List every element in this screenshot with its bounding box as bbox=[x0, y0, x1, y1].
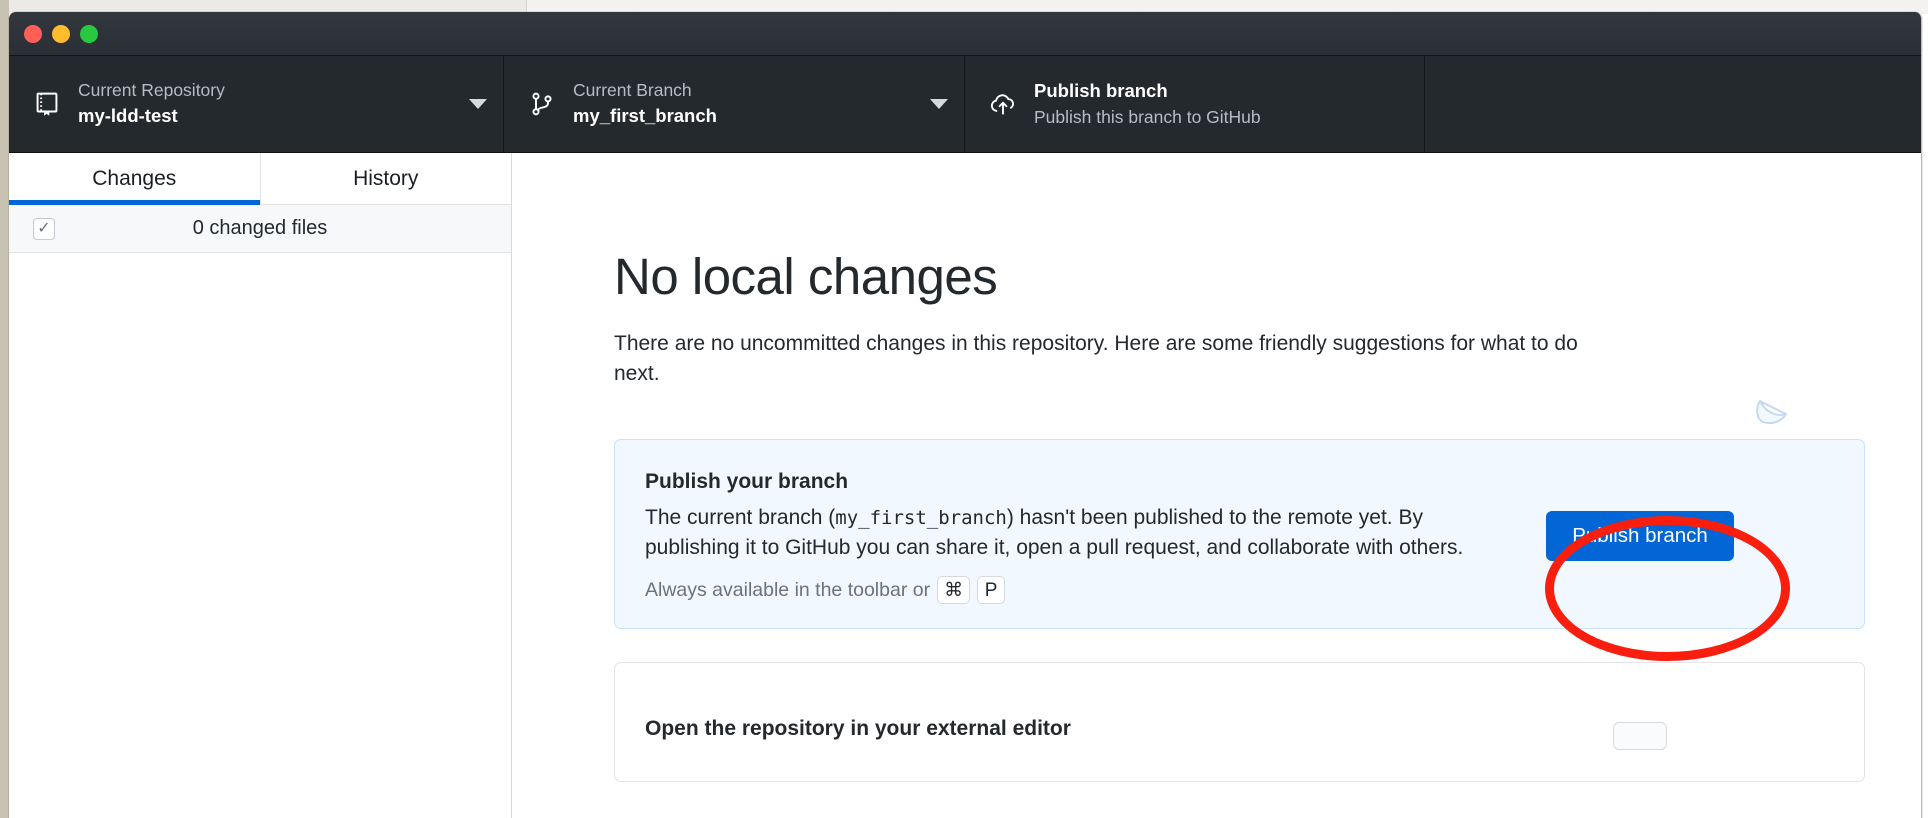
close-window-button[interactable] bbox=[24, 25, 42, 43]
select-all-files-checkbox[interactable]: ✓ bbox=[33, 217, 55, 240]
publish-branch-card-body: The current branch (my_first_branch) has… bbox=[645, 503, 1485, 563]
titlebar bbox=[9, 12, 1921, 56]
repo-book-icon bbox=[30, 90, 64, 118]
open-external-editor-button[interactable] bbox=[1613, 722, 1667, 751]
main-content: No local changes There are no uncommitte… bbox=[512, 153, 1921, 818]
app-toolbar: Current Repository my-ldd-test Current B… bbox=[9, 56, 1921, 153]
sidebar: Changes History ✓ 0 changed files bbox=[9, 153, 512, 818]
open-external-editor-card-title: Open the repository in your external edi… bbox=[645, 717, 1071, 741]
current-repository-dropdown[interactable]: Current Repository my-ldd-test bbox=[9, 56, 504, 152]
minimize-window-button[interactable] bbox=[52, 25, 70, 43]
changed-files-header: ✓ 0 changed files bbox=[9, 205, 511, 253]
tab-history-label: History bbox=[353, 166, 419, 190]
current-branch-dropdown[interactable]: Current Branch my_first_branch bbox=[504, 56, 965, 152]
current-repository-text: Current Repository my-ldd-test bbox=[78, 78, 459, 130]
traffic-light-group bbox=[24, 25, 98, 43]
open-external-editor-card-text: Open the repository in your external edi… bbox=[645, 715, 1515, 743]
tab-changes[interactable]: Changes bbox=[9, 153, 260, 205]
keycap-p: P bbox=[977, 576, 1006, 605]
tab-changes-label: Changes bbox=[92, 166, 177, 190]
current-branch-text: Current Branch my_first_branch bbox=[573, 78, 920, 130]
changed-files-count: 0 changed files bbox=[192, 217, 328, 239]
shortcut-hint-text: Always available in the toolbar or bbox=[645, 578, 931, 601]
chevron-down-icon[interactable] bbox=[930, 99, 948, 109]
current-repository-label: Current Repository bbox=[78, 79, 225, 100]
current-branch-label: Current Branch bbox=[573, 79, 692, 100]
cloud-upload-icon bbox=[986, 91, 1020, 117]
git-branch-icon bbox=[525, 90, 559, 118]
publish-branch-card-title: Publish your branch bbox=[645, 469, 849, 493]
toolbar-filler bbox=[1425, 56, 1921, 152]
publish-branch-toolbar-button[interactable]: Publish branch Publish this branch to Gi… bbox=[965, 56, 1425, 152]
desktop-edge-strip bbox=[0, 0, 9, 818]
publish-branch-title: Publish branch bbox=[1034, 79, 1168, 101]
zoom-window-button[interactable] bbox=[80, 25, 98, 43]
tab-history[interactable]: History bbox=[259, 153, 511, 204]
publish-branch-card-text: Publish your branch The current branch (… bbox=[645, 468, 1515, 605]
publish-branch-button[interactable]: Publish branch bbox=[1546, 511, 1734, 561]
sidebar-tabs: Changes History bbox=[9, 153, 511, 205]
publish-branch-toolbar-text: Publish branch Publish this branch to Gi… bbox=[1034, 78, 1408, 130]
current-branch-value: my_first_branch bbox=[573, 105, 717, 127]
app-body: Changes History ✓ 0 changed files No loc… bbox=[9, 153, 1921, 818]
publish-branch-shortcut-hint: Always available in the toolbar or ⌘ P bbox=[645, 576, 1485, 605]
changed-file-list[interactable] bbox=[9, 253, 511, 818]
github-desktop-window: Current Repository my-ldd-test Current B… bbox=[9, 12, 1922, 818]
open-external-editor-card: Open the repository in your external edi… bbox=[614, 662, 1865, 783]
current-repository-value: my-ldd-test bbox=[78, 105, 178, 127]
publish-branch-card-action: Publish branch bbox=[1515, 511, 1765, 561]
keycap-command-icon: ⌘ bbox=[937, 576, 971, 605]
publish-branch-card: Publish your branch The current branch (… bbox=[614, 438, 1865, 630]
branch-name-code: my_first_branch bbox=[835, 506, 1007, 529]
publish-branch-subtitle: Publish this branch to GitHub bbox=[1034, 106, 1261, 127]
checkmark-icon: ✓ bbox=[37, 219, 51, 237]
page-title: No local changes bbox=[614, 248, 998, 305]
page-subtitle: There are no uncommitted changes in this… bbox=[614, 331, 1578, 386]
open-external-editor-card-action bbox=[1515, 722, 1765, 751]
chevron-down-icon[interactable] bbox=[469, 99, 487, 109]
card-body-prefix: The current branch ( bbox=[645, 505, 836, 529]
